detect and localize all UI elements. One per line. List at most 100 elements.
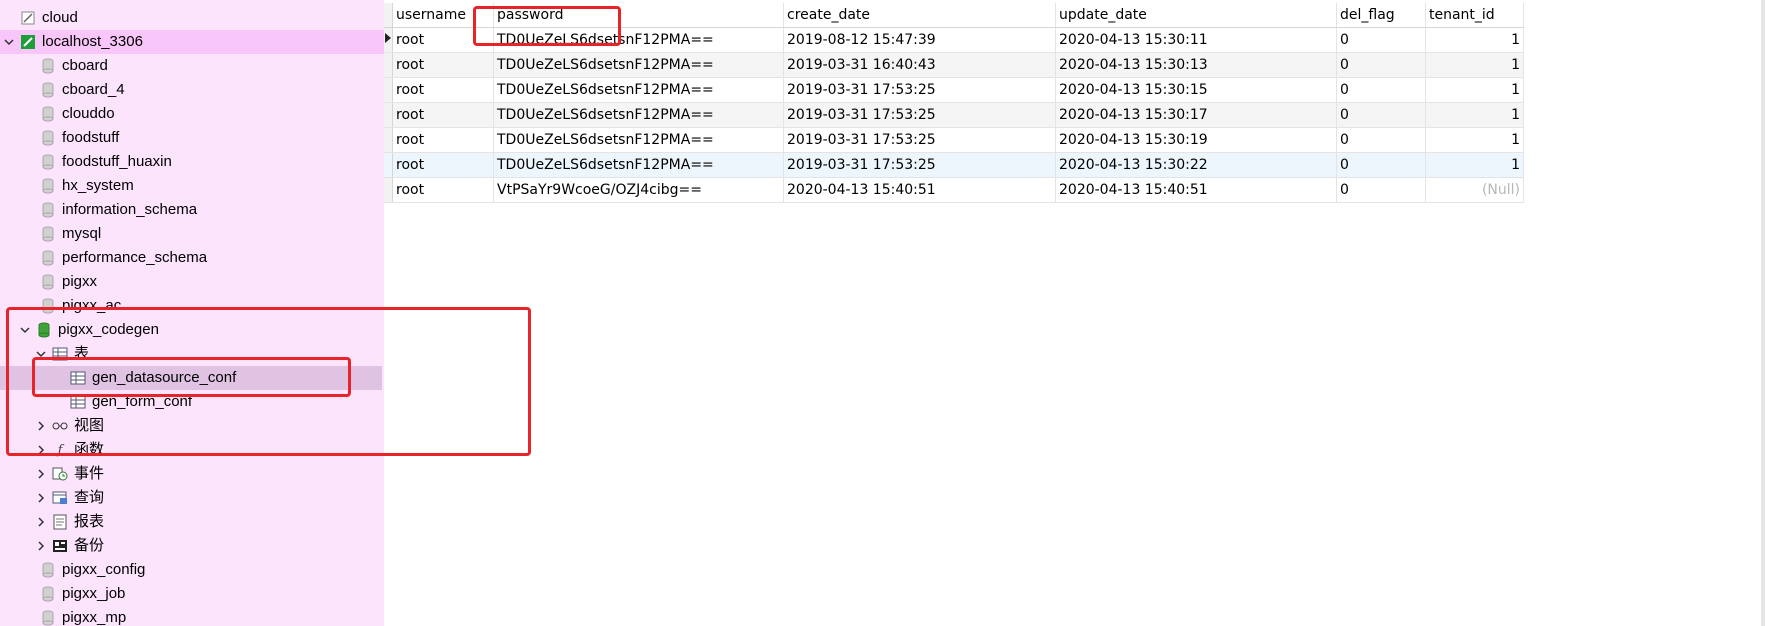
current-row-marker-icon xyxy=(384,27,393,53)
column-header-username[interactable]: username xyxy=(392,3,494,28)
tree-item-label: pigxx_config xyxy=(62,561,146,578)
cell-username[interactable]: root xyxy=(392,177,494,203)
mysql-connection-icon xyxy=(20,34,36,50)
tree-item-cboard-4[interactable]: cboard_4 xyxy=(0,78,384,102)
cell-tenant-id[interactable]: 1 xyxy=(1425,152,1524,178)
table-row[interactable]: root TD0UeZeLS6dsetsnF12PMA== 2019-03-31… xyxy=(384,127,1524,153)
tree-item-backups[interactable]: 备份 xyxy=(0,534,384,558)
tree-item-gen-form-conf[interactable]: gen_form_conf xyxy=(0,390,384,414)
cell-create-date[interactable]: 2019-03-31 17:53:25 xyxy=(783,127,1056,153)
table-row[interactable]: root TD0UeZeLS6dsetsnF12PMA== 2019-08-12… xyxy=(384,27,1524,53)
cell-del-flag[interactable]: 0 xyxy=(1336,152,1426,178)
cell-username[interactable]: root xyxy=(392,102,494,128)
tree-item-gen-datasource-conf[interactable]: gen_datasource_conf xyxy=(0,366,382,390)
cell-tenant-id[interactable]: 1 xyxy=(1425,102,1524,128)
chevron-right-icon[interactable] xyxy=(34,443,48,457)
cell-password[interactable]: TD0UeZeLS6dsetsnF12PMA== xyxy=(493,27,784,53)
tree-item-hx-system[interactable]: hx_system xyxy=(0,174,384,198)
column-header-create-date[interactable]: create_date xyxy=(783,3,1056,28)
row-marker-header xyxy=(384,3,393,28)
cell-username[interactable]: root xyxy=(392,77,494,103)
chevron-right-icon[interactable] xyxy=(34,491,48,505)
cell-update-date[interactable]: 2020-04-13 15:30:15 xyxy=(1055,77,1337,103)
tree-item-cloud[interactable]: cloud xyxy=(0,6,384,30)
cell-password[interactable]: TD0UeZeLS6dsetsnF12PMA== xyxy=(493,102,784,128)
cell-create-date[interactable]: 2019-03-31 17:53:25 xyxy=(783,102,1056,128)
cell-username[interactable]: root xyxy=(392,27,494,53)
cell-password[interactable]: TD0UeZeLS6dsetsnF12PMA== xyxy=(493,52,784,78)
cell-tenant-id[interactable]: 1 xyxy=(1425,127,1524,153)
cell-del-flag[interactable]: 0 xyxy=(1336,52,1426,78)
column-header-del-flag[interactable]: del_flag xyxy=(1336,3,1426,28)
database-icon xyxy=(40,130,56,146)
tree-item-localhost-3306[interactable]: localhost_3306 xyxy=(0,30,384,54)
cell-update-date[interactable]: 2020-04-13 15:40:51 xyxy=(1055,177,1337,203)
tree-item-clouddo[interactable]: clouddo xyxy=(0,102,384,126)
cell-create-date[interactable]: 2019-03-31 17:53:25 xyxy=(783,77,1056,103)
chevron-right-icon[interactable] xyxy=(34,539,48,553)
table-row[interactable]: root TD0UeZeLS6dsetsnF12PMA== 2019-03-31… xyxy=(384,102,1524,128)
cell-create-date[interactable]: 2019-08-12 15:47:39 xyxy=(783,27,1056,53)
cell-password[interactable]: TD0UeZeLS6dsetsnF12PMA== xyxy=(493,127,784,153)
tree-item-foodstuff[interactable]: foodstuff xyxy=(0,126,384,150)
cell-update-date[interactable]: 2020-04-13 15:30:11 xyxy=(1055,27,1337,53)
tree-item-label: performance_schema xyxy=(62,249,208,266)
tree-item-foodstuff-huaxin[interactable]: foodstuff_huaxin xyxy=(0,150,384,174)
tree-item-mysql[interactable]: mysql xyxy=(0,222,384,246)
cell-del-flag[interactable]: 0 xyxy=(1336,27,1426,53)
chevron-right-icon[interactable] xyxy=(34,515,48,529)
column-header-password[interactable]: password xyxy=(493,3,784,28)
vertical-scrollbar[interactable] xyxy=(1761,0,1765,626)
table-row[interactable]: root TD0UeZeLS6dsetsnF12PMA== 2019-03-31… xyxy=(384,152,1524,178)
table-row[interactable]: root TD0UeZeLS6dsetsnF12PMA== 2019-03-31… xyxy=(384,77,1524,103)
tree-item-reports[interactable]: 报表 xyxy=(0,510,384,534)
table-row[interactable]: root TD0UeZeLS6dsetsnF12PMA== 2019-03-31… xyxy=(384,52,1524,78)
cell-username[interactable]: root xyxy=(392,152,494,178)
cell-create-date[interactable]: 2020-04-13 15:40:51 xyxy=(783,177,1056,203)
row-marker xyxy=(384,52,393,78)
column-header-update-date[interactable]: update_date xyxy=(1055,3,1337,28)
cell-update-date[interactable]: 2020-04-13 15:30:13 xyxy=(1055,52,1337,78)
cell-del-flag[interactable]: 0 xyxy=(1336,177,1426,203)
tree-item-queries[interactable]: 查询 xyxy=(0,486,384,510)
tree-item-functions[interactable]: f 函数 xyxy=(0,438,384,462)
table-row[interactable]: root VtPSaYr9WcoeG/OZJ4cibg== 2020-04-13… xyxy=(384,177,1524,203)
cell-tenant-id-null[interactable]: (Null) xyxy=(1425,177,1524,203)
tree-item-performance-schema[interactable]: performance_schema xyxy=(0,246,384,270)
tree-item-pigxx-codegen[interactable]: pigxx_codegen xyxy=(0,318,384,342)
cell-del-flag[interactable]: 0 xyxy=(1336,127,1426,153)
cell-tenant-id[interactable]: 1 xyxy=(1425,52,1524,78)
cell-update-date[interactable]: 2020-04-13 15:30:22 xyxy=(1055,152,1337,178)
chevron-right-icon[interactable] xyxy=(34,419,48,433)
database-icon xyxy=(40,106,56,122)
tree-item-pigxx-mp[interactable]: pigxx_mp xyxy=(0,606,384,626)
chevron-down-icon[interactable] xyxy=(18,323,32,337)
tree-item-tables[interactable]: 表 xyxy=(0,342,384,366)
tree-item-cboard[interactable]: cboard xyxy=(0,54,384,78)
tree-item-events[interactable]: 事件 xyxy=(0,462,384,486)
cell-del-flag[interactable]: 0 xyxy=(1336,77,1426,103)
chevron-down-icon[interactable] xyxy=(2,35,16,49)
tree-item-pigxx-config[interactable]: pigxx_config xyxy=(0,558,384,582)
cell-tenant-id[interactable]: 1 xyxy=(1425,77,1524,103)
cell-password[interactable]: VtPSaYr9WcoeG/OZJ4cibg== xyxy=(493,177,784,203)
cell-username[interactable]: root xyxy=(392,52,494,78)
cell-username[interactable]: root xyxy=(392,127,494,153)
tree-item-pigxx[interactable]: pigxx xyxy=(0,270,384,294)
cell-tenant-id[interactable]: 1 xyxy=(1425,27,1524,53)
tree-item-pigxx-ac[interactable]: pigxx_ac xyxy=(0,294,384,318)
chevron-right-icon[interactable] xyxy=(34,467,48,481)
chevron-down-icon[interactable] xyxy=(34,347,48,361)
cell-create-date[interactable]: 2019-03-31 17:53:25 xyxy=(783,152,1056,178)
data-grid: username password create_date update_dat… xyxy=(384,3,1524,203)
tree-item-information-schema[interactable]: information_schema xyxy=(0,198,384,222)
cell-create-date[interactable]: 2019-03-31 16:40:43 xyxy=(783,52,1056,78)
cell-update-date[interactable]: 2020-04-13 15:30:17 xyxy=(1055,102,1337,128)
cell-update-date[interactable]: 2020-04-13 15:30:19 xyxy=(1055,127,1337,153)
cell-password[interactable]: TD0UeZeLS6dsetsnF12PMA== xyxy=(493,77,784,103)
cell-del-flag[interactable]: 0 xyxy=(1336,102,1426,128)
column-header-tenant-id[interactable]: tenant_id xyxy=(1425,3,1524,28)
cell-password[interactable]: TD0UeZeLS6dsetsnF12PMA== xyxy=(493,152,784,178)
tree-item-views[interactable]: 视图 xyxy=(0,414,384,438)
tree-item-pigxx-job[interactable]: pigxx_job xyxy=(0,582,384,606)
